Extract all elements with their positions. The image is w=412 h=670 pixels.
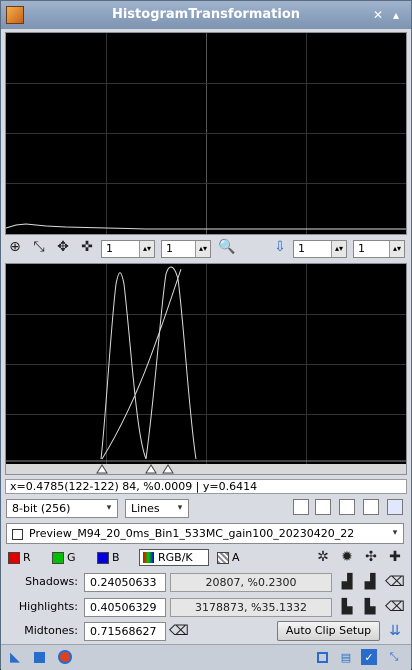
ok-check-icon[interactable]: ✓: [361, 649, 377, 665]
shadows-reset-icon[interactable]: ⌫: [385, 573, 405, 591]
midtones-reset-icon[interactable]: ⌫: [169, 622, 189, 640]
input-histogram-panel[interactable]: [5, 32, 407, 235]
output-histogram-panel[interactable]: [5, 263, 407, 475]
channel-a-checkbox[interactable]: [217, 552, 229, 564]
crosshair-icon[interactable]: ⊕: [6, 238, 24, 256]
track-view-icon[interactable]: ✹: [338, 548, 356, 566]
shadows-label: Shadows:: [25, 575, 78, 588]
curve-icon[interactable]: [363, 499, 379, 515]
collapse-icon[interactable]: ▴: [389, 8, 403, 22]
shade-icon[interactable]: ✕: [371, 8, 385, 22]
apply-global-icon[interactable]: [57, 649, 73, 665]
window-title: HistogramTransformation: [111, 7, 301, 22]
expand-icon[interactable]: ⇊: [386, 622, 404, 640]
view-select[interactable]: Preview_M94_20_0ms_Bin1_533MC_gain100_20…: [6, 523, 404, 544]
input-histogram-curve: [6, 223, 406, 230]
output-horizontal-zoom-spinner[interactable]: 1 ▴▾: [293, 240, 347, 258]
process-bottom-bar: ◣ ▤ ✓ ⤡: [1, 644, 411, 670]
histogram-rgb-icon[interactable]: [339, 499, 355, 515]
midtones-label: Midtones:: [24, 624, 78, 637]
channel-b-checkbox[interactable]: [97, 552, 109, 564]
clipping-slider-track[interactable]: [6, 464, 406, 474]
shadows-auto-icon[interactable]: ▟: [338, 573, 356, 591]
channel-g-label: G: [67, 551, 76, 564]
pan-icon[interactable]: ✜: [78, 238, 96, 256]
show-readout-icon[interactable]: ✣: [362, 548, 380, 566]
reset-icon[interactable]: ✲: [314, 548, 332, 566]
zoom-icon[interactable]: 🔍: [218, 238, 236, 256]
highlights-auto-all-icon[interactable]: ▙: [361, 598, 379, 616]
document-icon[interactable]: ▤: [338, 649, 354, 665]
title-bar: HistogramTransformation ✕ ▴: [1, 1, 411, 29]
preview-icon[interactable]: [314, 649, 330, 665]
zoom-all-icon[interactable]: ✥: [54, 238, 72, 256]
view-icon: [12, 528, 23, 540]
highlights-auto-icon[interactable]: ▙: [338, 598, 356, 616]
output-histogram-curves: [6, 266, 406, 462]
highlights-input[interactable]: 0.40506329: [84, 598, 166, 617]
apply-icon[interactable]: [31, 649, 47, 665]
rgb-icon: [143, 552, 154, 563]
shadows-stats: 20807, %0.2300: [170, 573, 332, 592]
channel-b-label: B: [112, 551, 120, 564]
channel-r-checkbox[interactable]: [8, 552, 20, 564]
horizontal-zoom-spinner[interactable]: 1 ▴▾: [101, 240, 155, 258]
highlights-label: Highlights:: [18, 600, 78, 613]
vertical-zoom-spinner[interactable]: 1 ▴▾: [161, 240, 211, 258]
crosshair-readout-icon[interactable]: ✚: [386, 548, 404, 566]
output-vertical-zoom-spinner[interactable]: 1 ▴▾: [353, 240, 405, 258]
new-instance-icon[interactable]: ◣: [7, 649, 23, 665]
auto-clip-setup-button[interactable]: Auto Clip Setup: [277, 621, 380, 641]
channel-r-label: R: [23, 551, 31, 564]
grid-icon[interactable]: [387, 499, 403, 515]
graph-style-select[interactable]: Lines ▾: [125, 499, 189, 518]
midtones-input[interactable]: 0.71568627: [84, 622, 166, 641]
channel-a-label: A: [232, 551, 240, 564]
zoom-fit-icon[interactable]: ⤡: [30, 238, 48, 256]
cursor-readout: x=0.4785(122-122) 84, %0.0009 | y=0.6414: [5, 479, 407, 494]
shadows-auto-all-icon[interactable]: ▟: [361, 573, 379, 591]
graph-toolbar: ⊕ ⤡ ✥ ✜ 1 ▴▾ 1 ▴▾ 🔍 ⇩ 1 ▴▾ 1 ▴▾: [1, 238, 411, 260]
highlights-stats: 3178873, %35.1332: [170, 598, 332, 617]
channel-rgbk-button[interactable]: RGB/K: [139, 549, 209, 566]
highlights-reset-icon[interactable]: ⌫: [385, 598, 405, 616]
histogram-red-icon[interactable]: [315, 499, 331, 515]
log-scale-icon[interactable]: [293, 499, 309, 515]
histogram-transformation-window: HistogramTransformation ✕ ▴ ⊕ ⤡ ✥ ✜ 1 ▴▾ …: [0, 0, 412, 670]
sync-icon[interactable]: ⇩: [271, 238, 289, 256]
bit-depth-select[interactable]: 8-bit (256) ▾: [6, 499, 118, 518]
channel-g-checkbox[interactable]: [52, 552, 64, 564]
shadows-input[interactable]: 0.24050633: [84, 573, 166, 592]
reset-all-icon[interactable]: ⤡: [386, 649, 402, 665]
